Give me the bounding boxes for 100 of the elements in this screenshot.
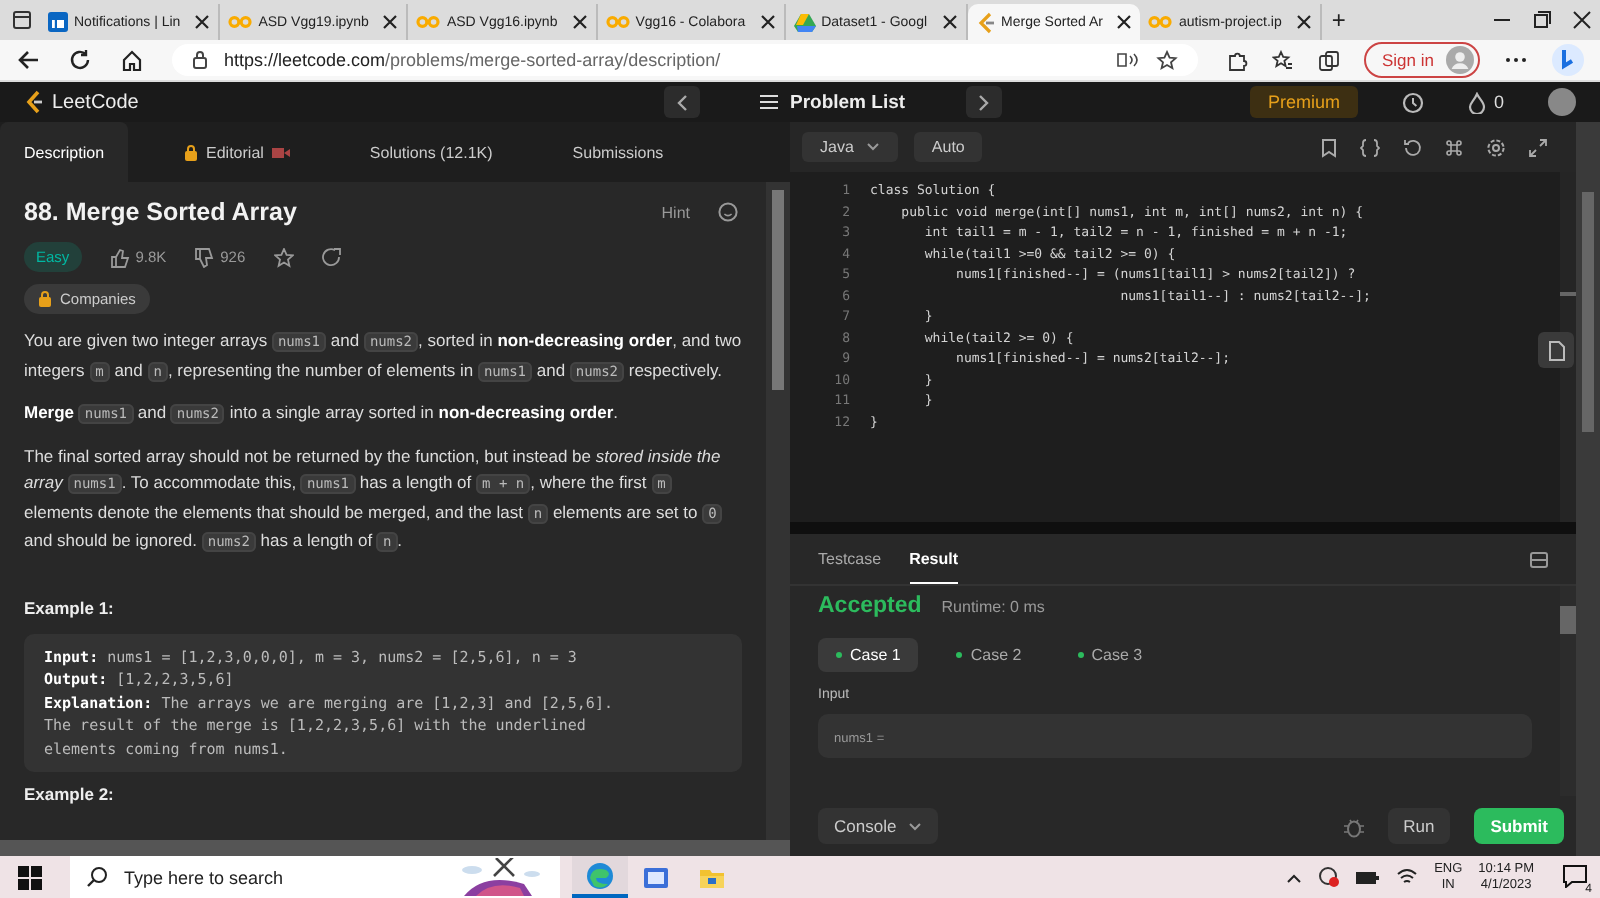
infinity-icon — [605, 12, 630, 32]
settings-icon[interactable] — [1486, 137, 1506, 157]
verdict-text: Accepted — [818, 594, 922, 618]
lock-icon — [38, 290, 52, 308]
tab-actions-icon[interactable] — [12, 10, 32, 30]
console-tab[interactable]: Result — [909, 534, 959, 584]
run-button[interactable]: Run — [1387, 808, 1451, 844]
problem-title: 88. Merge Sorted Array — [24, 198, 297, 226]
avatar[interactable] — [1548, 88, 1576, 116]
emoji-icon[interactable] — [718, 202, 738, 222]
next-button[interactable] — [965, 86, 1002, 118]
triangle-icon — [793, 12, 816, 32]
case-tab[interactable]: Case 2 — [938, 638, 1040, 672]
windows-start-icon[interactable] — [18, 865, 42, 889]
star-plus-icon[interactable] — [1156, 49, 1178, 71]
panel-tab[interactable]: Submissions — [548, 122, 688, 182]
layout-icon[interactable] — [1530, 551, 1548, 567]
close-icon[interactable] — [1572, 10, 1592, 30]
expand-icon[interactable] — [1528, 137, 1548, 157]
leetcode-logo-icon — [975, 11, 996, 33]
notification-icon[interactable] — [1562, 863, 1588, 887]
streak-counter[interactable]: 0 — [1467, 91, 1504, 113]
infinity-icon — [228, 12, 253, 32]
problem-list-button[interactable]: Problem List — [712, 91, 954, 113]
braces-icon[interactable] — [1360, 137, 1380, 157]
home-icon[interactable] — [120, 48, 144, 72]
star-icon[interactable] — [273, 247, 294, 267]
previous-button[interactable] — [664, 86, 700, 118]
premium-button[interactable]: Premium — [1249, 86, 1358, 118]
scrollbar[interactable] — [1560, 586, 1576, 796]
reset-icon[interactable] — [1402, 137, 1422, 157]
avatar-icon — [1446, 46, 1474, 74]
chevron-right-icon — [977, 93, 990, 111]
autocomplete-mode-button[interactable]: Auto — [913, 132, 983, 162]
chevron-down-icon — [865, 142, 880, 152]
language-dropdown[interactable]: Java — [802, 132, 898, 162]
example-heading: Example 2: — [24, 784, 116, 804]
case-tab[interactable]: Case 1 — [818, 638, 919, 672]
lock-icon — [192, 50, 208, 70]
scrollbar[interactable] — [1560, 172, 1576, 522]
scrollbar[interactable] — [0, 840, 790, 856]
close-icon[interactable] — [1116, 14, 1133, 30]
collections-icon[interactable] — [1318, 49, 1340, 71]
chevron-left-icon — [676, 93, 688, 111]
close-icon[interactable] — [759, 14, 776, 30]
console-button[interactable]: Console — [818, 808, 939, 844]
close-icon[interactable] — [571, 14, 588, 30]
more-icon[interactable] — [1504, 56, 1528, 64]
browser-icon — [586, 861, 614, 889]
favorites-icon[interactable] — [1272, 49, 1294, 71]
document-app-icon — [642, 863, 670, 891]
bookmark-icon[interactable] — [1320, 137, 1338, 157]
back-arrow-icon[interactable] — [16, 48, 40, 72]
thumbs-down-icon — [194, 247, 215, 267]
panel-tab[interactable]: Description — [0, 122, 129, 182]
clock-icon[interactable] — [1401, 91, 1424, 113]
infinity-icon — [1148, 12, 1173, 32]
thumbs-up-icon — [109, 247, 130, 267]
sign-in-button[interactable]: Sign in — [1364, 42, 1480, 78]
close-icon[interactable] — [941, 14, 958, 30]
copilot-icon[interactable] — [1552, 44, 1584, 76]
read-aloud-icon[interactable] — [1116, 50, 1140, 70]
antivirus-icon[interactable] — [1318, 866, 1341, 888]
taskbar-app[interactable] — [572, 856, 628, 898]
close-icon[interactable] — [1295, 14, 1312, 30]
console-tab[interactable]: Testcase — [818, 534, 882, 584]
wifi-icon[interactable] — [1396, 868, 1419, 886]
linkedin-icon — [48, 12, 68, 32]
refresh-icon[interactable] — [68, 48, 92, 72]
close-icon[interactable] — [194, 14, 211, 30]
puzzle-icon[interactable] — [1226, 49, 1248, 71]
logo-text: LeetCode — [52, 91, 139, 113]
video-icon — [271, 145, 290, 159]
flame-icon — [1467, 91, 1486, 113]
lock-icon — [184, 143, 199, 161]
panel-tab[interactable]: Editorial — [160, 122, 314, 182]
scrollbar[interactable] — [766, 182, 790, 840]
example-heading: Example 1: — [24, 597, 116, 617]
bug-icon[interactable] — [1343, 815, 1364, 837]
taskbar-search-field[interactable]: Type here to search — [70, 856, 560, 898]
case-tab[interactable]: Case 3 — [1059, 638, 1161, 672]
new-tab-button[interactable]: + — [1321, 6, 1356, 34]
document-icon — [1547, 339, 1565, 361]
battery-icon[interactable] — [1356, 869, 1381, 885]
restore-icon[interactable] — [1532, 10, 1552, 30]
command-key-icon[interactable] — [1444, 137, 1464, 157]
leetcode-logo-icon — [24, 90, 44, 114]
folder-icon — [698, 865, 726, 889]
panel-tab[interactable]: Solutions (12.1K) — [345, 122, 517, 182]
runtime-text: Runtime: 0 ms — [941, 598, 1045, 616]
notes-button[interactable] — [1538, 332, 1574, 368]
chevron-down-icon — [908, 821, 923, 831]
url-text: https://leetcode.com/problems/merge-sorted-array/description/ — [224, 50, 723, 70]
close-icon[interactable] — [382, 14, 399, 30]
scrollbar[interactable] — [1576, 122, 1600, 856]
address-field[interactable]: https://leetcode.com/problems/merge-sorted-array/description/ — [172, 44, 1198, 76]
share-icon[interactable] — [321, 247, 342, 267]
list-icon — [760, 94, 778, 110]
hint-link[interactable]: Hint — [661, 203, 690, 221]
chevron-up-icon[interactable] — [1286, 871, 1303, 883]
